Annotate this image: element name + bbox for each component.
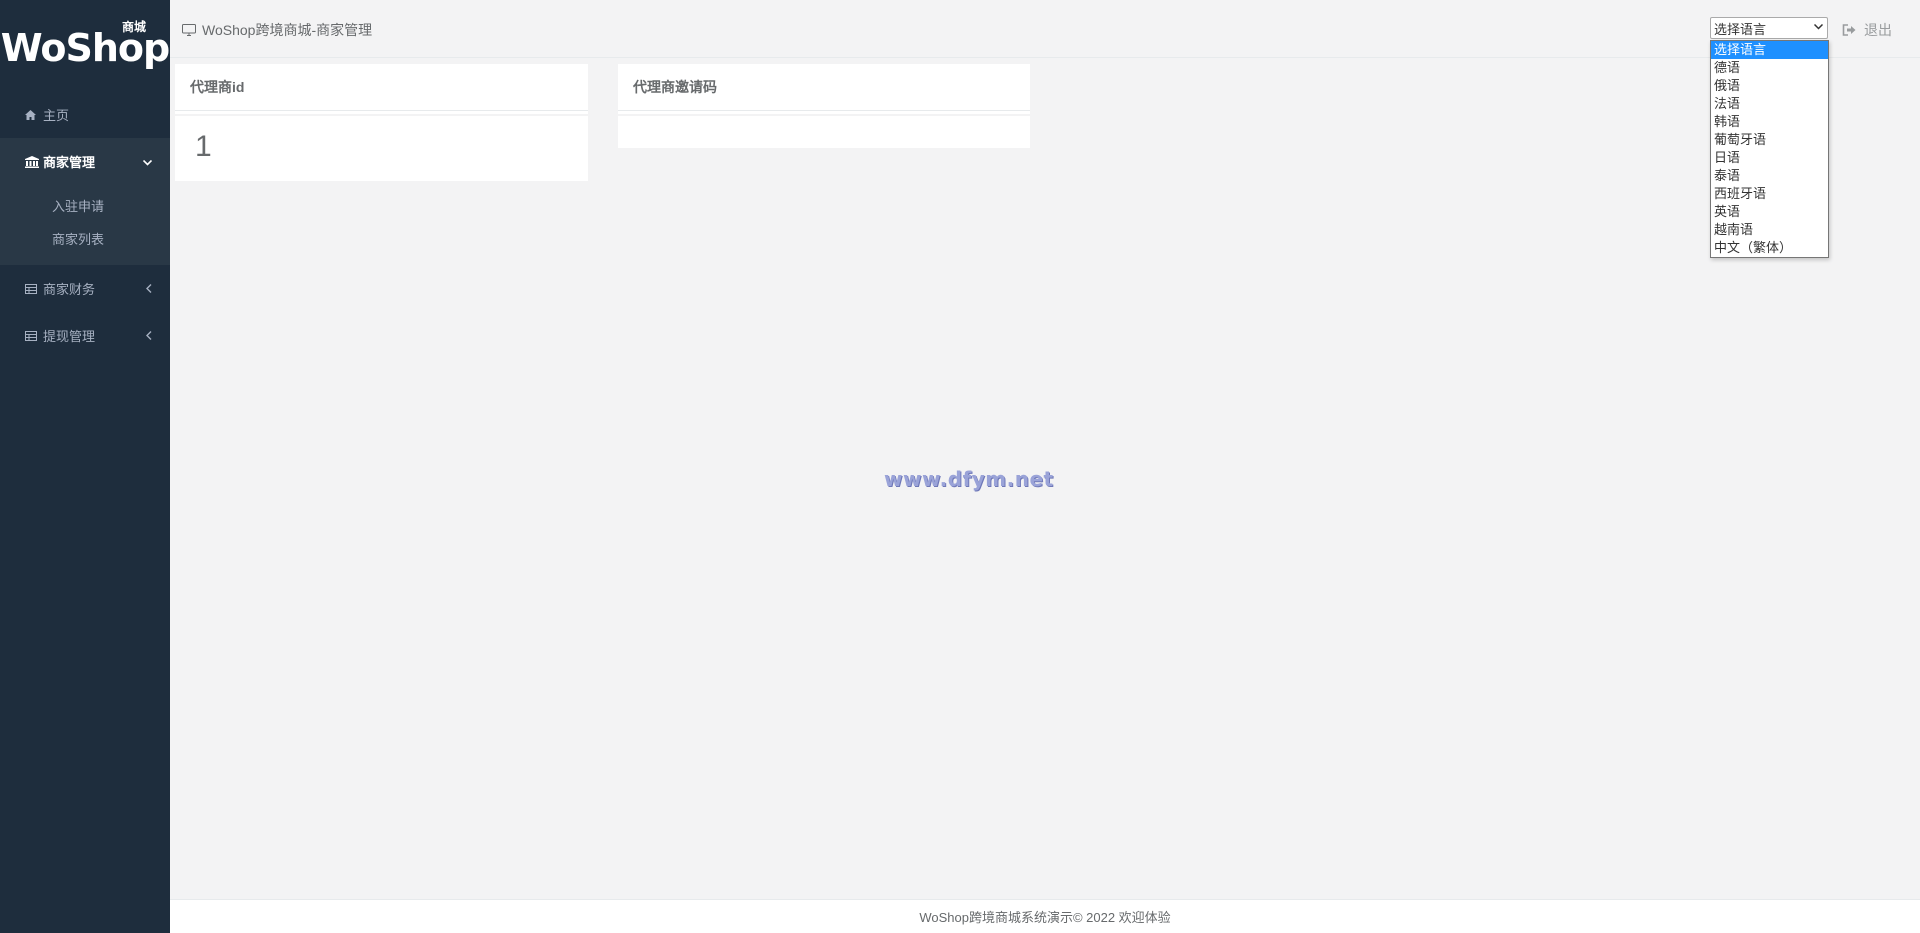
breadcrumb-text: WoShop跨境商城-商家管理 [202, 22, 373, 38]
bank-icon [25, 155, 43, 168]
language-option[interactable]: 俄语 [1711, 77, 1828, 95]
logo[interactable]: WoShop 商城 [0, 0, 170, 90]
table-icon [25, 283, 43, 294]
language-select[interactable]: 选择语言 [1710, 17, 1828, 39]
language-option[interactable]: 越南语 [1711, 221, 1828, 239]
invite-code-card: 代理商邀请码 [618, 64, 1030, 148]
language-option[interactable]: 韩语 [1711, 113, 1828, 131]
merchant-submenu: 入驻申请 商家列表 [0, 185, 170, 265]
breadcrumb: WoShop跨境商城-商家管理 [182, 20, 372, 40]
agent-id-card: 代理商id 1 [175, 64, 588, 181]
footer: WoShop跨境商城系统演示© 2022 欢迎体验 [170, 899, 1920, 933]
footer-text: WoShop跨境商城系统演示© 2022 欢迎体验 [919, 910, 1171, 925]
language-option[interactable]: 法语 [1711, 95, 1828, 113]
chevron-left-icon [146, 282, 152, 296]
language-option[interactable]: 中文（繁体） [1711, 239, 1828, 257]
sidebar-item-label: 主页 [43, 108, 70, 123]
sidebar-subitem-merchant-list[interactable]: 商家列表 [0, 222, 170, 255]
language-option[interactable]: 葡萄牙语 [1711, 131, 1828, 149]
sidebar-item-label: 商家管理 [43, 155, 96, 170]
language-option[interactable]: 西班牙语 [1711, 185, 1828, 203]
language-option[interactable]: 日语 [1711, 149, 1828, 167]
language-option[interactable]: 泰语 [1711, 167, 1828, 185]
card-body: 1 [175, 114, 588, 181]
language-select-value: 选择语言 [1714, 21, 1767, 37]
sign-out-icon [1842, 24, 1856, 36]
sidebar: WoShop 商城 主页 商家管理 入驻申请 商家列表 商家财务 提现管理 [0, 0, 170, 933]
language-option[interactable]: 德语 [1711, 59, 1828, 77]
sidebar-item-withdraw[interactable]: 提现管理 [0, 312, 170, 359]
monitor-icon [182, 24, 196, 36]
card-title: 代理商id [175, 64, 588, 111]
home-icon [25, 109, 43, 120]
chevron-down-icon [1813, 22, 1824, 33]
chevron-down-icon [142, 155, 153, 169]
sidebar-item-home[interactable]: 主页 [0, 91, 170, 138]
card-title: 代理商邀请码 [618, 64, 1030, 111]
logo-sub: 商城 [121, 20, 146, 34]
language-option[interactable]: 选择语言 [1711, 41, 1828, 59]
sidebar-item-finance[interactable]: 商家财务 [0, 265, 170, 312]
logout-button[interactable]: 退出 [1842, 20, 1892, 40]
language-dropdown: 选择语言 德语 俄语 法语 韩语 葡萄牙语 日语 泰语 西班牙语 英语 越南语 … [1710, 40, 1829, 258]
sidebar-item-merchant[interactable]: 商家管理 [0, 138, 170, 185]
sidebar-item-label: 商家财务 [43, 282, 96, 297]
sidebar-item-label: 提现管理 [43, 329, 96, 344]
table-icon [25, 330, 43, 341]
chevron-left-icon [146, 329, 152, 343]
topbar: WoShop跨境商城-商家管理 选择语言 退出 [170, 0, 1920, 58]
card-body [618, 114, 1030, 148]
agent-id-value: 1 [195, 130, 212, 163]
watermark: www.dfym.net [884, 467, 1054, 491]
logout-label: 退出 [1864, 22, 1892, 38]
sidebar-subitem-apply[interactable]: 入驻申请 [0, 189, 170, 222]
language-option[interactable]: 英语 [1711, 203, 1828, 221]
